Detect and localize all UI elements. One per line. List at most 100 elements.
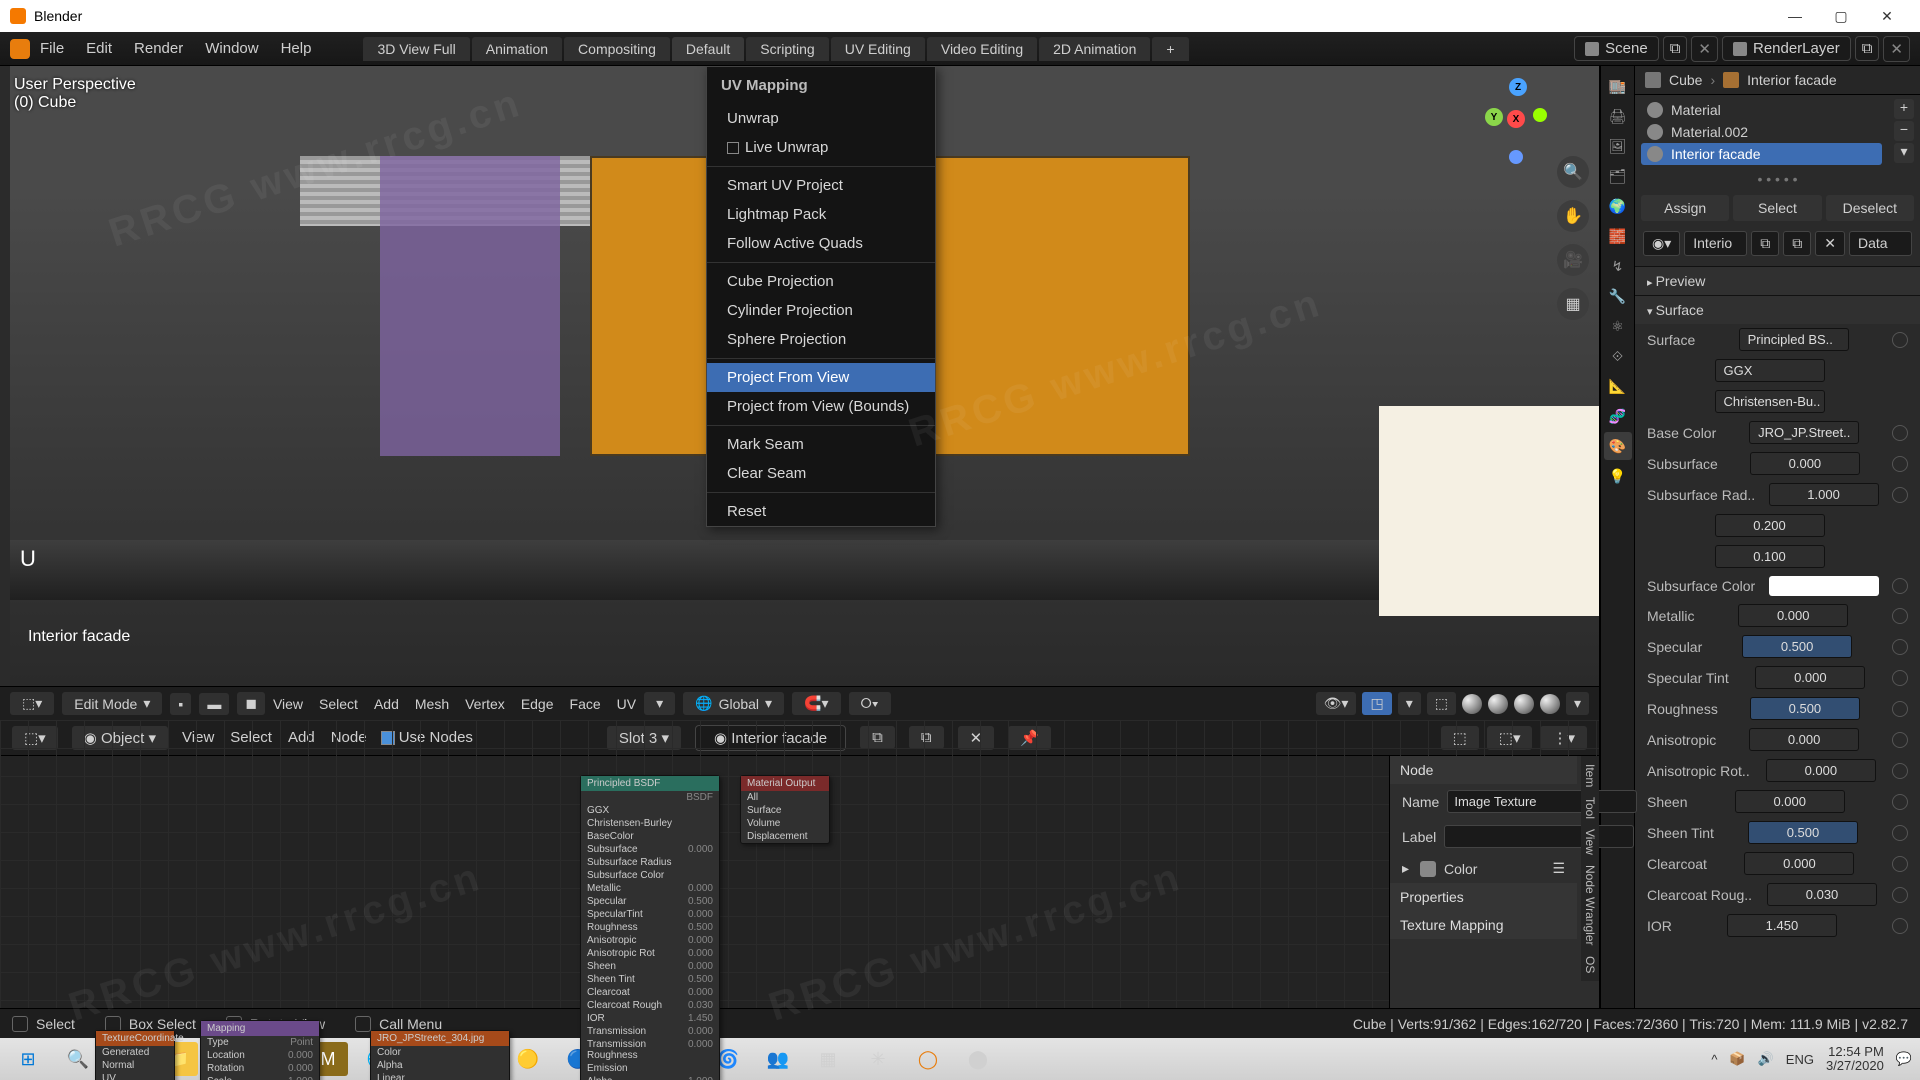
property-value[interactable]: 0.100 bbox=[1715, 545, 1825, 568]
deselect-button[interactable]: Deselect bbox=[1826, 195, 1914, 221]
uv-menu-item-mark-seam[interactable]: Mark Seam bbox=[707, 430, 935, 459]
properties-tab-4[interactable]: 🌍 bbox=[1604, 192, 1632, 220]
uv-menu-item-cylinder-projection[interactable]: Cylinder Projection bbox=[707, 296, 935, 325]
tray-chevron-icon[interactable]: ^ bbox=[1711, 1052, 1717, 1067]
vp-menu-mesh[interactable]: Mesh bbox=[415, 696, 449, 712]
property-socket[interactable] bbox=[1892, 578, 1908, 594]
start-button[interactable]: ⊞ bbox=[8, 1042, 48, 1076]
property-value[interactable]: 0.000 bbox=[1749, 728, 1859, 751]
workspace-tab-uv-editing[interactable]: UV Editing bbox=[831, 37, 925, 61]
property-value[interactable]: 0.500 bbox=[1742, 635, 1852, 658]
shading-wire-icon[interactable] bbox=[1462, 694, 1482, 714]
properties-tab-9[interactable]: ⟐ bbox=[1604, 342, 1632, 370]
menu-file[interactable]: File bbox=[40, 40, 64, 57]
uv-menu-item-sphere-projection[interactable]: Sphere Projection bbox=[707, 325, 935, 354]
shading-rendered-icon[interactable] bbox=[1540, 694, 1560, 714]
vp-menu-add[interactable]: Add bbox=[374, 696, 399, 712]
property-socket[interactable] bbox=[1892, 701, 1908, 717]
face-select-button[interactable]: ◼ bbox=[237, 692, 265, 715]
ne-side-tab-item[interactable]: Item bbox=[1583, 764, 1597, 787]
navigation-gizmo[interactable]: Z X Y bbox=[1485, 78, 1549, 142]
axis-y-icon[interactable]: Y bbox=[1485, 108, 1503, 126]
snap-select[interactable]: 🧲▾ bbox=[792, 692, 840, 715]
property-socket[interactable] bbox=[1892, 670, 1908, 686]
shading-lookdev-icon[interactable] bbox=[1514, 694, 1534, 714]
property-value[interactable]: JRO_JP.Street.. bbox=[1749, 421, 1859, 444]
close-button[interactable]: ✕ bbox=[1864, 8, 1910, 25]
material-unlink-button[interactable]: ✕ bbox=[1815, 231, 1845, 256]
vp-menu-face[interactable]: Face bbox=[570, 696, 601, 712]
sss-method-select[interactable]: Christensen-Bu.. bbox=[1715, 390, 1825, 413]
property-value[interactable]: 0.000 bbox=[1755, 666, 1865, 689]
node-mapping[interactable]: Mapping TypePointLocation0.000Rotation0.… bbox=[200, 1020, 320, 1080]
property-socket[interactable] bbox=[1892, 425, 1908, 441]
shader-node-editor[interactable]: ⬚▾ ◉ Object ▾ ViewSelectAddNode Use Node… bbox=[0, 720, 1599, 1008]
assign-button[interactable]: Assign bbox=[1641, 195, 1729, 221]
tray-volume-icon[interactable]: 🔊 bbox=[1758, 1051, 1774, 1067]
surface-node-socket[interactable] bbox=[1892, 332, 1908, 348]
ortho-toggle-button[interactable]: ▦ bbox=[1557, 288, 1589, 320]
property-value[interactable]: 1.000 bbox=[1769, 483, 1879, 506]
uv-menu-item-project-from-view-bounds-[interactable]: Project from View (Bounds) bbox=[707, 392, 935, 421]
surface-panel-header[interactable]: Surface bbox=[1635, 295, 1920, 324]
pan-button[interactable]: ✋ bbox=[1557, 200, 1589, 232]
uv-menu-item-lightmap-pack[interactable]: Lightmap Pack bbox=[707, 200, 935, 229]
menu-help[interactable]: Help bbox=[281, 40, 312, 57]
property-socket[interactable] bbox=[1892, 794, 1908, 810]
material-copy-button[interactable]: ⧉ bbox=[1783, 231, 1811, 256]
properties-tab-7[interactable]: 🔧 bbox=[1604, 282, 1632, 310]
node-principled-bsdf[interactable]: Principled BSDF BSDFGGXChristensen-Burle… bbox=[580, 775, 720, 1080]
add-material-slot-button[interactable]: + bbox=[1894, 99, 1914, 119]
property-value[interactable]: 1.450 bbox=[1727, 914, 1837, 937]
viewlayer-new-button[interactable]: ⧉ bbox=[1855, 36, 1880, 61]
chrome-button[interactable]: 🟡 bbox=[508, 1042, 548, 1076]
node-panel-title[interactable]: Node bbox=[1390, 756, 1577, 784]
obs-button[interactable]: ⬤ bbox=[958, 1042, 998, 1076]
uv-menu-item-follow-active-quads[interactable]: Follow Active Quads bbox=[707, 229, 935, 258]
ne-side-tab-tool[interactable]: Tool bbox=[1583, 797, 1597, 819]
orientation-select[interactable]: 🌐 Global ▾ bbox=[683, 692, 784, 715]
property-value[interactable]: 0.500 bbox=[1748, 821, 1858, 844]
property-value[interactable]: 0.030 bbox=[1767, 883, 1877, 906]
xray-toggle[interactable]: ⬚ bbox=[1427, 692, 1456, 715]
property-socket[interactable] bbox=[1892, 918, 1908, 934]
taskbar-clock[interactable]: 12:54 PM 3/27/2020 bbox=[1826, 1045, 1884, 1074]
vp-menu-select[interactable]: Select bbox=[319, 696, 358, 712]
node-texture-coordinate[interactable]: TextureCoordinate GeneratedNormalUVObjec… bbox=[95, 1030, 175, 1080]
shading-dropdown[interactable]: ▾ bbox=[1566, 692, 1589, 715]
notifications-button[interactable]: 💬 bbox=[1896, 1051, 1912, 1067]
properties-tab-5[interactable]: 🧱 bbox=[1604, 222, 1632, 250]
visibility-toggle[interactable]: 👁▾ bbox=[1316, 692, 1357, 715]
properties-tab-11[interactable]: 🧬 bbox=[1604, 402, 1632, 430]
properties-tab-1[interactable]: 🖨 bbox=[1604, 102, 1632, 130]
node-label-input[interactable] bbox=[1444, 825, 1634, 848]
tray-language[interactable]: ENG bbox=[1786, 1052, 1814, 1067]
workspace-tab-video-editing[interactable]: Video Editing bbox=[927, 37, 1037, 61]
property-value[interactable]: 0.000 bbox=[1766, 759, 1876, 782]
vert-select-button[interactable]: ▪ bbox=[170, 693, 191, 715]
menu-edit[interactable]: Edit bbox=[86, 40, 112, 57]
properties-panel-title[interactable]: Properties bbox=[1390, 883, 1577, 911]
material-name-field[interactable]: Interio bbox=[1684, 231, 1747, 256]
mode-select[interactable]: Edit Mode ▾ bbox=[62, 692, 162, 715]
viewlayer-selector[interactable]: RenderLayer bbox=[1722, 36, 1851, 61]
tray-dropbox-icon[interactable]: 📦 bbox=[1729, 1051, 1745, 1067]
workspace-tab-scripting[interactable]: Scripting bbox=[746, 37, 828, 61]
property-socket[interactable] bbox=[1892, 487, 1908, 503]
material-slot-list[interactable]: MaterialMaterial.002Interior facade bbox=[1635, 95, 1888, 169]
property-socket[interactable] bbox=[1892, 456, 1908, 472]
blender-logo-icon[interactable] bbox=[10, 39, 30, 59]
search-button[interactable]: 🔍 bbox=[58, 1042, 98, 1076]
property-value[interactable]: 0.000 bbox=[1738, 604, 1848, 627]
uv-menu-item-clear-seam[interactable]: Clear Seam bbox=[707, 459, 935, 488]
node-material-output[interactable]: Material Output AllSurfaceVolumeDisplace… bbox=[740, 775, 830, 844]
properties-tab-12[interactable]: 🎨 bbox=[1604, 432, 1632, 460]
scene-new-button[interactable]: ⧉ bbox=[1663, 36, 1688, 61]
properties-tab-10[interactable]: 📐 bbox=[1604, 372, 1632, 400]
overlay-toggle[interactable]: ▾ bbox=[1398, 692, 1421, 715]
viewlayer-del-button[interactable]: ✕ bbox=[1883, 36, 1910, 62]
property-socket[interactable] bbox=[1892, 856, 1908, 872]
vp-menu-vertex[interactable]: Vertex bbox=[465, 696, 505, 712]
property-socket[interactable] bbox=[1892, 825, 1908, 841]
minimize-button[interactable]: — bbox=[1772, 8, 1818, 24]
